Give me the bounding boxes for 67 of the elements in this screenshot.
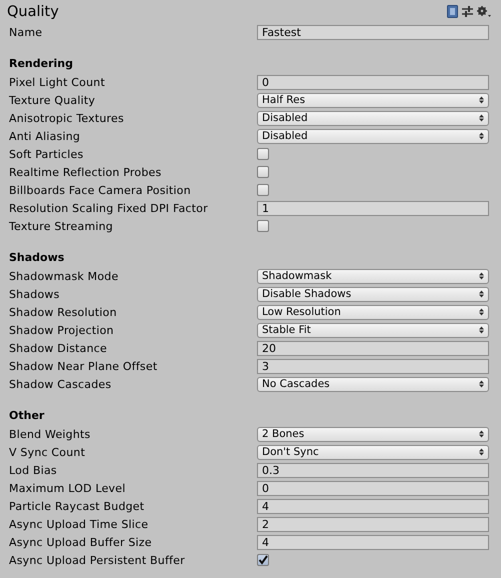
text-field[interactable]: 0 — [257, 74, 489, 90]
field-label: Resolution Scaling Fixed DPI Factor — [9, 202, 209, 214]
dropdown-arrows-icon — [479, 326, 484, 334]
dropdown[interactable]: Shadowmask — [257, 268, 489, 284]
field-label: Lod Bias — [9, 464, 58, 476]
field-label: Blend Weights — [9, 428, 92, 440]
dropdown[interactable]: Disabled — [257, 128, 489, 144]
field-label: Maximum LOD Level — [9, 482, 126, 494]
dropdown-arrows-icon — [479, 290, 484, 298]
checkbox[interactable] — [257, 166, 269, 178]
section-heading: Rendering — [8, 56, 74, 72]
dropdown-arrows-icon — [479, 132, 484, 140]
dropdown[interactable]: Low Resolution — [257, 304, 489, 320]
field-label: Shadow Cascades — [9, 378, 112, 390]
dropdown[interactable]: Don't Sync — [257, 444, 489, 460]
settings-icon[interactable] — [477, 6, 491, 18]
dropdown-arrows-icon — [479, 272, 484, 280]
field-label: Shadows — [9, 288, 61, 300]
field-label: Shadow Near Plane Offset — [9, 360, 158, 372]
field-label: Soft Particles — [9, 148, 84, 160]
text-field[interactable]: 1 — [257, 200, 489, 216]
text-field[interactable]: Fastest — [257, 24, 489, 40]
text-field[interactable]: 0 — [257, 480, 489, 496]
field-label: Texture Streaming — [9, 220, 114, 232]
field-label: Shadow Projection — [9, 324, 115, 336]
dropdown-arrows-icon — [479, 308, 484, 316]
dropdown[interactable]: Disabled — [257, 110, 489, 126]
field-label: Billboards Face Camera Position — [9, 184, 192, 196]
dropdown-arrows-icon — [479, 448, 484, 456]
text-field[interactable]: 2 — [257, 516, 489, 532]
field-label: Async Upload Buffer Size — [9, 536, 153, 548]
help-book-icon[interactable] — [447, 5, 458, 18]
dropdown[interactable]: Half Res — [257, 92, 489, 108]
text-field[interactable]: 4 — [257, 498, 489, 514]
field-label: Name — [9, 26, 44, 38]
field-label: Shadowmask Mode — [9, 270, 120, 282]
dropdown[interactable]: 2 Bones — [257, 426, 489, 442]
field-label: Texture Quality — [9, 94, 96, 106]
dropdown[interactable]: No Cascades — [257, 376, 489, 392]
dropdown-arrows-icon — [479, 96, 484, 104]
dropdown-arrows-icon — [479, 430, 484, 438]
text-field[interactable]: 3 — [257, 358, 489, 374]
field-label: Async Upload Time Slice — [9, 518, 150, 530]
field-label: Pixel Light Count — [9, 76, 106, 88]
section-heading: Shadows — [8, 250, 66, 266]
dropdown-arrows-icon — [479, 380, 484, 388]
text-field[interactable]: 4 — [257, 534, 489, 550]
text-field[interactable]: 20 — [257, 340, 489, 356]
section-heading: Other — [8, 408, 46, 424]
checkbox[interactable] — [257, 148, 269, 160]
inspector-title: Quality — [7, 4, 60, 20]
dropdown-arrows-icon — [479, 114, 484, 122]
field-label: Shadow Resolution — [9, 306, 118, 318]
dropdown[interactable]: Stable Fit — [257, 322, 489, 338]
field-label: Anti Aliasing — [9, 130, 82, 142]
checkbox[interactable] — [257, 554, 269, 566]
field-label: Shadow Distance — [9, 342, 108, 354]
dropdown[interactable]: Disable Shadows — [257, 286, 489, 302]
field-label: Particle Raycast Budget — [9, 500, 146, 512]
field-label: V Sync Count — [9, 446, 86, 458]
text-field[interactable]: 0.3 — [257, 462, 489, 478]
preset-sliders-icon[interactable] — [462, 6, 473, 17]
field-label: Realtime Reflection Probes — [9, 166, 162, 178]
field-label: Async Upload Persistent Buffer — [9, 554, 186, 566]
checkbox[interactable] — [257, 220, 269, 232]
checkbox[interactable] — [257, 184, 269, 196]
field-label: Anisotropic Textures — [9, 112, 125, 124]
